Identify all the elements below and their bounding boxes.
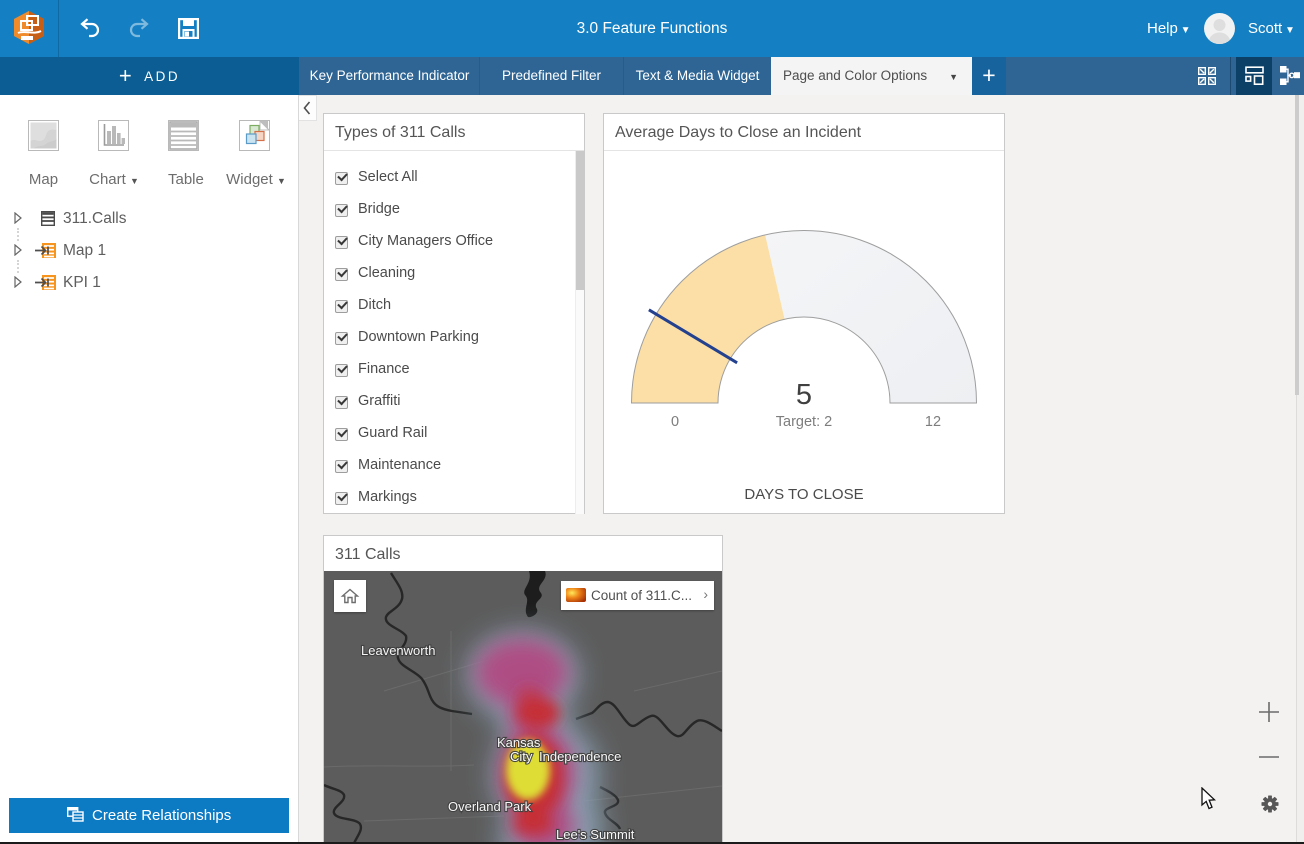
svg-text:Overland Park: Overland Park	[448, 799, 532, 814]
svg-text:Kansas: Kansas	[497, 735, 541, 750]
svg-text:0: 0	[671, 414, 679, 430]
svg-text:5: 5	[796, 379, 812, 411]
svg-text:City: City	[510, 749, 533, 764]
svg-text:Leavenworth: Leavenworth	[361, 643, 435, 658]
svg-text:12: 12	[925, 414, 941, 430]
svg-text:Independence: Independence	[539, 749, 621, 764]
svg-text:Lee's Summit: Lee's Summit	[556, 827, 635, 842]
svg-text:Target: 2: Target: 2	[776, 414, 832, 430]
